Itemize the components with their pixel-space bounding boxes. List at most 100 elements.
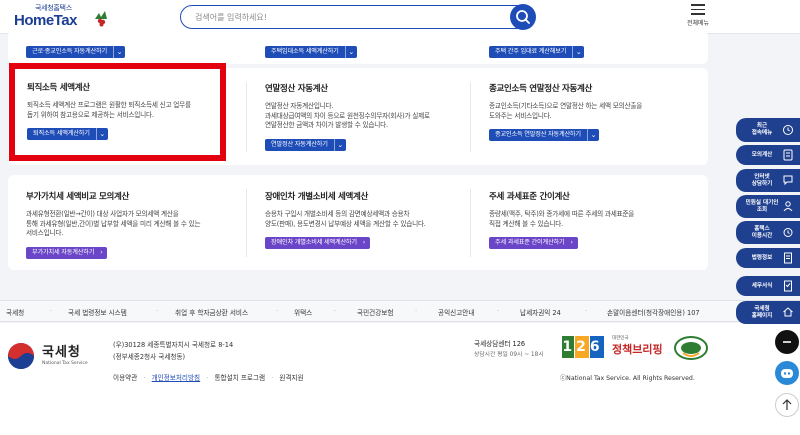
footer-link[interactable]: 납세자권익 24 [520,307,561,317]
chatbot-icon [781,369,793,378]
quick-law-info[interactable]: 법령정보 [736,248,800,268]
call-center-hours: 상담시간 평일 09시 ~ 18시 [474,352,544,358]
chatbot-button[interactable] [775,361,799,385]
desc-line: 돕기 위하여 참고용으로 제공하는 서비스입니다. [27,110,154,119]
section-description: 승용차 구입시 개별소비세 등의 감면예상세액과 승용차 양도(판매), 용도변… [265,210,475,229]
quick-label: 국세청 [754,306,770,312]
vat-comparison-section: 부가가치세 세액비교 모의계산 과세유형전환(일반→간이) 대상 사업자가 모의… [26,190,236,259]
desc-line: 직접 계산해 볼 수 있습니다. [489,219,564,228]
terms-link[interactable]: 이용약관 [113,374,137,382]
desc-line: 통해 과세유형(일반,간이)별 납부할 세액을 미리 계산해 볼 수 있는 [26,219,201,228]
separator: · [143,374,146,382]
nts-emblem-icon [8,343,34,369]
footer-policy-links: 이용약관 · 개인정보처리방침 · 통합설치 프로그램 · 원격지원 [113,372,304,382]
footer-link[interactable]: 국세 법령정보 시스템 [68,307,127,317]
quick-label: 홈페이지 [751,313,773,319]
scroll-top-button[interactable] [775,393,799,417]
button-label: 주택 간주 임대료 계산해보기 [495,48,567,55]
footer-link[interactable]: 국민건강보험 [357,307,393,317]
button-label: 종교인소득 연말정산 자동계산하기 [495,131,581,138]
footer-link[interactable]: 공익신고안내 [438,307,474,317]
button-label: 장애인차 개별소비세 세액계산하기 [271,239,357,246]
section-title: 부가가치세 세액비교 모의계산 [26,192,130,202]
call-126-logo[interactable]: 126 [562,336,604,358]
chevron-right-icon: › [570,239,573,246]
retirement-income-section-highlight: 퇴직소득 세액계산 퇴직소득 세액계산 프로그램은 원활한 퇴직소득세 신고 업… [9,63,226,161]
policy-briefing-logo[interactable]: 대한민국 정책브리핑 [612,335,663,357]
minus-icon [783,341,791,343]
quick-label: 법령정보 [751,255,773,261]
quick-label: 최근 [756,123,768,129]
separator: · [156,307,159,315]
quick-nts-homepage[interactable]: 국세청 홈페이지 [736,301,800,324]
liquor-tax-calc-button[interactable]: 주세 과세표준 간이계산하기 › [489,237,578,249]
quick-label: 모의계산 [751,152,773,158]
clock-icon [783,125,793,135]
all-menu-button[interactable]: 전체메뉴 [681,4,715,30]
disabled-vehicle-calc-button[interactable]: 장애인차 개별소비세 세액계산하기 › [265,237,371,249]
address-line: (정부세종2청사 국세청동) [113,353,186,361]
divider [246,82,247,152]
calculator-icon [783,149,793,161]
search-button[interactable] [510,4,536,30]
retirement-tax-calc-button[interactable]: 퇴직소득 세액계산하기 ⌄ [27,128,108,140]
quick-label: 홈택스 [754,226,770,232]
vat-calc-button[interactable]: 부가가치세 자동계산하기 › [26,246,108,259]
quick-recent-menu[interactable]: 최근 접속메뉴 [736,118,800,142]
section-title: 퇴직소득 세액계산 [27,83,90,93]
footer-link[interactable]: 취업 후 학자금상환 서비스 [175,307,248,317]
call-126-number: 126 [562,339,604,355]
disabled-vehicle-tax-section: 장애인차 개별소비세 세액계산 승용차 구입시 개별소비세 등의 감면예상세액과… [265,190,475,249]
chevron-down-icon: ⌄ [95,128,108,140]
chevron-down-icon: ⌄ [333,138,346,151]
footer-link[interactable]: 국세청 [6,307,24,317]
quick-label: 인터넷 [754,174,770,180]
footer-link[interactable]: 손말이음센터(청각장애인용) 107 [607,307,700,317]
person-icon [783,201,793,212]
desc-line: 양도(판매), 용도변경시 납부예상 세액을 계산할 수 있습니다. [265,219,426,228]
footer: 국세청 National Tax Service (우)30128 세종특별자치… [0,323,800,435]
separator: · [206,374,209,382]
divider [246,189,247,257]
remote-support-link[interactable]: 원격지원 [279,374,303,382]
top-services-card: 근로·종교인소득 자동계산하기 ⌄ 주택임대소득 세액계산하기 ⌄ 주택 간주 임대… [8,30,708,64]
chevron-down-icon: ⌄ [112,46,125,58]
earned-income-calc-button[interactable]: 근로·종교인소득 자동계산하기 ⌄ [26,46,125,58]
separator: · [497,307,500,315]
rental-income-calc-button[interactable]: 주택임대소득 세액계산하기 ⌄ [265,46,357,58]
privacy-link[interactable]: 개인정보처리방침 [152,374,201,382]
desc-line: 과세대상급여액의 차이 등으로 원천징수의무자(회사)가 실제로 [265,111,430,120]
hometax-logo[interactable]: 국세청홈택스 HomeTax [8,3,108,31]
chevron-right-icon: › [100,248,103,256]
alarm-clock-icon [783,228,793,237]
quick-service-hours[interactable]: 홈택스 이용시간 [736,221,800,244]
org-english-name: National Tax Service [42,361,88,366]
separator: · [271,374,274,382]
button-label: 연말정산 자동계산하기 [271,140,328,148]
quick-label: 이용시간 [751,233,773,239]
section-title: 연말정산 자동계산 [265,84,328,94]
home-icon [783,307,793,317]
collapse-quick-menu-button[interactable] [775,330,799,354]
quick-internet-consult[interactable]: 인터넷 상담하기 [736,169,800,192]
brand-main: 정책브리핑 [612,343,663,356]
separator: · [50,307,53,315]
footer-link[interactable]: 위택스 [294,307,312,317]
quick-waiting-count[interactable]: 민원실 대기인 조회 [736,195,800,218]
call-center: 국세상담센터 126 [474,340,526,348]
year-end-calc-button[interactable]: 연말정산 자동계산하기 ⌄ [265,138,346,151]
deemed-rent-calc-button[interactable]: 주택 간주 임대료 계산해보기 ⌄ [489,46,585,58]
org-name: 국세청 [42,345,81,360]
section-description: 종량세(맥주, 탁주)와 종가세에 따른 주세의 과세표준을 직접 계산해 볼 … [489,210,699,229]
install-program-link[interactable]: 통합설치 프로그램 [214,374,265,382]
quick-tax-forms[interactable]: 세무서식 [736,276,800,296]
religious-income-calc-button[interactable]: 종교인소득 연말정산 자동계산하기 ⌄ [489,129,599,141]
quick-mock-calc[interactable]: 모의계산 [736,145,800,165]
holly-icon [95,11,107,27]
separator: · [415,307,418,315]
search-input[interactable] [195,10,495,24]
footer-related-links: 국세청 · 국세 법령정보 시스템 · 취업 후 학자금상환 서비스 · 위택스… [0,300,800,322]
quick-label: 세무서식 [751,283,773,289]
chat-icon [783,175,793,186]
section-description: 연말정산 자동계산입니다. 과세대상급여액의 차이 등으로 원천징수의무자(회사… [265,102,475,131]
